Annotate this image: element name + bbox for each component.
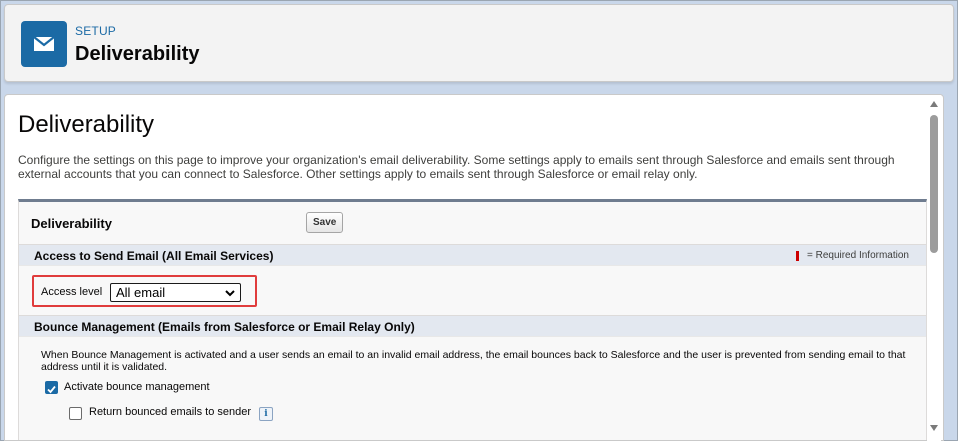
email-icon	[21, 21, 67, 67]
bounce-section-header: Bounce Management (Emails from Salesforc…	[19, 315, 926, 337]
header-eyebrow: SETUP	[75, 24, 117, 38]
bounce-section-title: Bounce Management (Emails from Salesforc…	[34, 320, 415, 334]
block-header: Deliverability Save	[19, 202, 926, 244]
header-title: Deliverability	[75, 43, 200, 65]
access-section-header: Access to Send Email (All Email Services…	[19, 244, 926, 266]
scroll-thumb[interactable]	[930, 115, 938, 253]
access-level-label: Access level	[41, 286, 103, 298]
required-info-text: = Required Information	[806, 250, 909, 261]
page-title: Deliverability	[18, 111, 155, 138]
chevron-down-icon	[225, 290, 235, 297]
scroll-down-icon[interactable]	[930, 425, 938, 431]
access-level-value: All email	[116, 285, 166, 300]
required-marker	[795, 250, 799, 261]
info-icon[interactable]: i	[259, 407, 273, 421]
checkmark-icon	[47, 385, 56, 394]
content-panel: Deliverability Configure the settings on…	[4, 94, 944, 441]
return-bounced-checkbox[interactable]	[69, 407, 82, 420]
deliverability-block: Deliverability Save Access to Send Email…	[18, 199, 927, 440]
activate-bounce-checkbox[interactable]	[45, 381, 58, 394]
access-level-select[interactable]: All email	[110, 283, 241, 302]
required-info-legend: = Required Information	[795, 250, 909, 261]
access-section-title: Access to Send Email (All Email Services…	[34, 249, 274, 263]
vertical-scrollbar[interactable]	[927, 95, 941, 441]
return-bounced-label: Return bounced emails to sender	[89, 406, 252, 418]
block-title: Deliverability	[31, 216, 112, 231]
scroll-up-icon[interactable]	[930, 101, 938, 107]
activate-bounce-label: Activate bounce management	[64, 381, 210, 393]
setup-header: SETUP Deliverability	[4, 4, 954, 82]
bounce-description: When Bounce Management is activated and …	[41, 349, 906, 373]
save-button[interactable]: Save	[306, 212, 344, 233]
page-description: Configure the settings on this page to i…	[18, 153, 895, 181]
